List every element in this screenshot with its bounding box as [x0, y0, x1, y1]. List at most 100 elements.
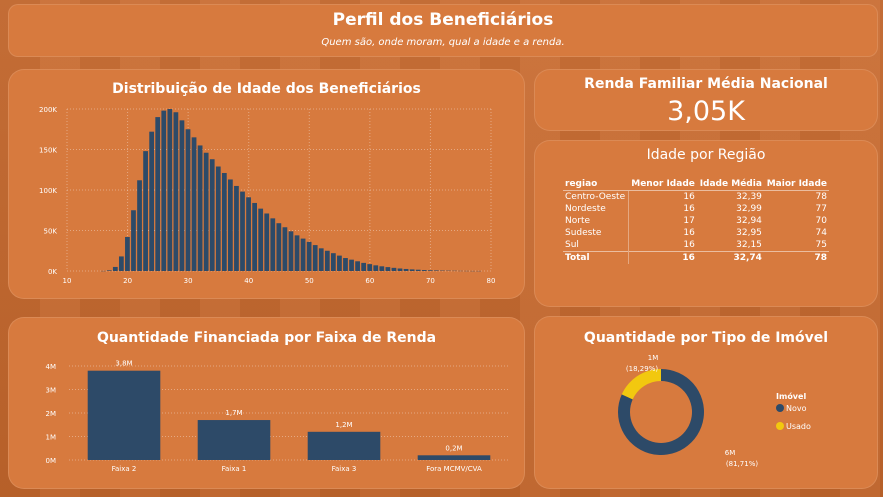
- y-tick-label: 100K: [39, 187, 57, 195]
- histogram-bar: [367, 264, 373, 271]
- imovel-donut-card[interactable]: Quantidade por Tipo de Imóvel 1M (18,29%)…: [534, 316, 878, 489]
- table-cell: 32,95: [736, 228, 762, 238]
- x-tick-label: 70: [426, 277, 435, 285]
- histogram-bar: [197, 145, 203, 271]
- table-row[interactable]: Norte 17 32,94 70: [563, 215, 829, 227]
- table-cell: 70: [815, 216, 827, 226]
- histogram-bar: [149, 131, 155, 271]
- histogram-bar: [264, 213, 270, 271]
- histogram-bar: [191, 137, 197, 271]
- kpi-value: 3,05K: [667, 96, 745, 127]
- table-total-row: Total 16 32,74 78: [563, 251, 829, 264]
- faixa-bar-card[interactable]: Quantidade Financiada por Faixa de Renda…: [8, 317, 525, 489]
- histogram-bar: [294, 235, 300, 271]
- y-tick-label: 150K: [39, 147, 57, 155]
- histogram-bar: [167, 109, 173, 271]
- data-label: 1,2M: [335, 421, 352, 429]
- table-cell: Total: [563, 251, 629, 264]
- histogram-bar: [379, 266, 385, 271]
- faixa-bar: [307, 431, 381, 460]
- histogram-bar: [330, 253, 336, 271]
- x-tick-label: 60: [365, 277, 374, 285]
- table-row[interactable]: Sudeste 16 32,95 74: [563, 227, 829, 239]
- y-tick-label: 3M: [46, 387, 57, 395]
- table-cell: 16: [683, 228, 695, 238]
- histogram-bar: [288, 231, 294, 271]
- histogram-bar: [306, 241, 312, 271]
- faixa-bar: [197, 420, 271, 460]
- histogram-bar: [385, 267, 391, 271]
- histogram-bar: [215, 166, 221, 271]
- column-header-regiao[interactable]: regiao: [563, 178, 629, 191]
- histogram-bar: [161, 110, 167, 271]
- kpi-card[interactable]: Renda Familiar Média Nacional 3,05K: [534, 69, 878, 131]
- table-row[interactable]: Centro-Oeste 16 32,39 78: [563, 190, 829, 203]
- region-table-card[interactable]: Idade por Região regiao Menor Idade Idad…: [534, 140, 878, 307]
- histogram-bar: [421, 270, 427, 271]
- column-header-menor-idade[interactable]: Menor Idade: [628, 178, 697, 191]
- page-title: Perfil dos Beneficiários: [332, 10, 554, 30]
- histogram-bar: [155, 117, 161, 271]
- x-tick-label: Fora MCMV/CVA: [426, 465, 482, 473]
- legend-label: Usado: [786, 422, 811, 431]
- header-banner: Perfil dos Beneficiários Quem são, onde …: [8, 4, 878, 57]
- table-header-row: regiao Menor Idade Idade Média Maior Ida…: [563, 178, 829, 191]
- table-cell: 75: [815, 240, 827, 250]
- histogram-bar: [234, 185, 239, 271]
- region-table[interactable]: regiao Menor Idade Idade Média Maior Ida…: [563, 178, 829, 264]
- x-tick-label: 80: [487, 277, 496, 285]
- imovel-donut-chart[interactable]: 1M (18,29%) 6M (81,71%) Imóvel Novo Usado: [535, 317, 879, 490]
- histogram-bar: [270, 218, 276, 271]
- column-header-maior-idade[interactable]: Maior Idade: [763, 178, 829, 191]
- x-tick-label: 40: [244, 277, 253, 285]
- histogram-bar: [397, 268, 403, 271]
- histogram-bar: [300, 238, 306, 271]
- y-tick-label: 0M: [46, 457, 57, 465]
- histogram-bar: [252, 202, 257, 271]
- table-cell: 78: [763, 251, 829, 264]
- table-cell: 32,74: [696, 251, 764, 264]
- table-cell: 16: [683, 204, 695, 214]
- histogram-bar: [403, 268, 409, 271]
- table-row[interactable]: Sul 16 32,15 75: [563, 239, 829, 252]
- legend-label: Novo: [786, 404, 807, 413]
- histogram-bar: [258, 208, 264, 271]
- table-cell: 16: [683, 240, 695, 250]
- x-tick-label: 20: [123, 277, 132, 285]
- age-histogram-chart[interactable]: 0K 50K 100K 150K 200K 10 20 30 40 50 60 70 80: [9, 70, 526, 300]
- histogram-bar: [373, 265, 379, 271]
- histogram-bar: [112, 266, 118, 271]
- table-row[interactable]: Nordeste 16 32,99 77: [563, 203, 829, 215]
- table-cell: 16: [628, 251, 697, 264]
- x-tick-label: 30: [184, 277, 193, 285]
- table-cell: 74: [815, 228, 827, 238]
- data-label: 3,8M: [115, 360, 132, 368]
- table-cell: Sudeste: [563, 227, 629, 239]
- histogram-bar: [349, 259, 354, 271]
- legend-marker: [776, 404, 784, 412]
- histogram-bar: [276, 223, 282, 271]
- histogram-bar: [173, 112, 179, 271]
- histogram-bar: [318, 248, 324, 271]
- page-subtitle: Quem são, onde moram, qual a idade e a r…: [321, 37, 565, 48]
- y-tick-label: 2M: [46, 410, 57, 418]
- histogram-bar: [118, 256, 124, 271]
- table-cell: Sul: [563, 239, 629, 252]
- histogram-bar: [137, 180, 142, 271]
- table-cell: 16: [683, 192, 695, 202]
- histogram-bar: [337, 255, 342, 271]
- histogram-bar: [415, 269, 421, 271]
- column-header-idade-media[interactable]: Idade Média: [696, 178, 764, 191]
- faixa-bar: [87, 370, 161, 460]
- slice-label: 6M: [725, 449, 736, 457]
- table-cell: 77: [815, 204, 827, 214]
- table-cell: Centro-Oeste: [563, 190, 629, 203]
- histogram-bar: [179, 120, 185, 271]
- histogram-bar: [131, 210, 136, 271]
- donut-slice: [621, 369, 661, 400]
- histogram-bar: [391, 267, 397, 271]
- histogram-bar: [143, 151, 148, 271]
- faixa-bar-chart[interactable]: 0M 1M 2M 3M 4M 3,8M Faixa 2 1,7M Faixa 1 1,2M Faix…: [9, 318, 526, 490]
- legend-title: Imóvel: [776, 391, 806, 401]
- age-histogram-card[interactable]: Distribuição de Idade dos Beneficiários …: [8, 69, 525, 299]
